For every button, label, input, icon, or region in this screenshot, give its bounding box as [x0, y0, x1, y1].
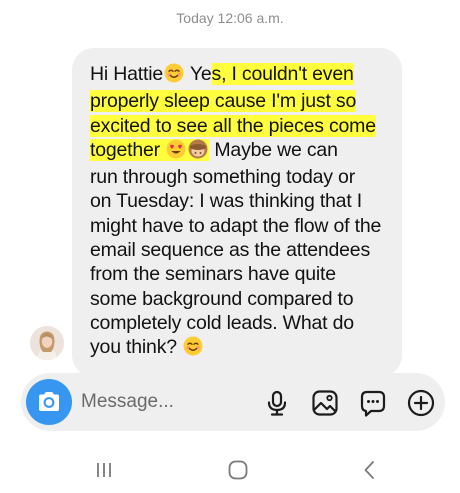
smiling-face-icon	[164, 63, 184, 89]
recent-apps-button[interactable]	[88, 454, 120, 486]
message-line-2: properly sleep cause I'm just so	[90, 90, 357, 113]
message-line-7: might have to adapt the flow of the	[90, 214, 382, 237]
sticker-icon	[360, 390, 386, 417]
message-line-10: some background compared to	[90, 287, 354, 310]
message-line-6: on Tuesday: I was thinking that I	[90, 190, 362, 213]
chat-screen: Today 12:06 a.m. Hi Hattie Yes, I couldn…	[0, 0, 460, 493]
microphone-button[interactable]	[262, 388, 292, 418]
message-line-9: from the seminars have quite	[90, 263, 336, 286]
home-icon	[228, 460, 248, 480]
message-line-1: Hi Hattie Yes, I couldn't even	[90, 62, 390, 89]
message-text: Hi Hattie Yes, I couldn't even properly …	[90, 62, 390, 363]
add-icon	[407, 389, 435, 417]
microphone-icon	[267, 390, 287, 416]
message-input[interactable]	[81, 387, 241, 417]
camera-button[interactable]	[26, 379, 72, 425]
message-timestamp: Today 12:06 a.m.	[176, 10, 284, 26]
add-button[interactable]	[406, 388, 436, 418]
recent-apps-icon	[97, 463, 111, 477]
gallery-icon	[312, 390, 338, 416]
sender-avatar[interactable]	[30, 326, 64, 360]
system-navigation-bar	[0, 444, 460, 493]
message-bubble[interactable]: Hi Hattie Yes, I couldn't even properly …	[72, 48, 402, 377]
home-button[interactable]	[222, 454, 254, 486]
back-icon	[364, 461, 374, 479]
message-composer	[21, 373, 445, 431]
smiling-face-icon	[183, 336, 203, 362]
see-no-evil-monkey-icon	[188, 139, 208, 165]
message-line-12: you think?	[90, 335, 390, 362]
camera-icon	[39, 392, 59, 411]
heart-eyes-icon	[166, 139, 186, 165]
back-button[interactable]	[354, 454, 386, 486]
message-line-4: together Maybe we can	[90, 138, 390, 165]
gallery-button[interactable]	[310, 388, 340, 418]
message-line-3: excited to see all the pieces come	[90, 114, 376, 137]
message-line-5: run through something today or	[90, 166, 356, 189]
message-line-11: completely cold leads. What do	[90, 311, 354, 334]
sticker-button[interactable]	[358, 388, 388, 418]
message-line-8: email sequence as the attendees	[90, 239, 370, 262]
